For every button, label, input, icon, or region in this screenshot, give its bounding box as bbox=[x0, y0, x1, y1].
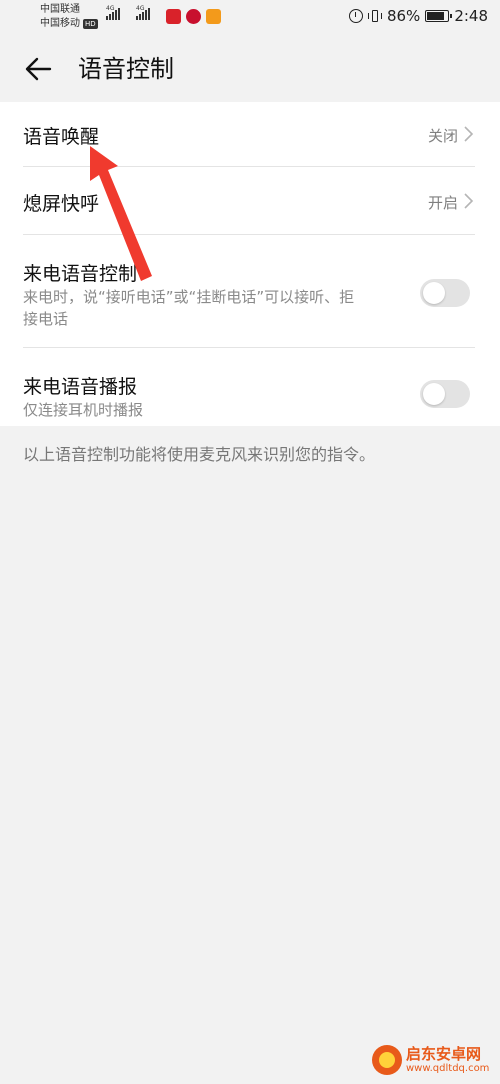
notification-app-icon-1 bbox=[166, 9, 181, 24]
battery-level bbox=[427, 12, 444, 20]
back-button[interactable] bbox=[22, 52, 56, 86]
incoming-voice-announce-row: 来电语音播报 仅连接耳机时播报 bbox=[0, 348, 500, 426]
incoming-voice-announce-toggle[interactable] bbox=[420, 380, 470, 408]
incoming-voice-control-label: 来电语音控制 bbox=[23, 263, 138, 285]
battery-icon bbox=[425, 10, 453, 22]
screen-off-call-row[interactable]: 熄屏快呼 开启 bbox=[0, 167, 500, 234]
incoming-voice-control-toggle[interactable] bbox=[420, 279, 470, 307]
incoming-voice-announce-description: 仅连接耳机时播报 bbox=[23, 401, 144, 419]
settings-list: 语音唤醒 关闭 熄屏快呼 开启 来电语音控制 来电时，说“接听电话”或“挂断电话… bbox=[0, 102, 500, 426]
incoming-voice-control-description: 来电时，说“接听电话”或“挂断电话”可以接听、拒接电话 bbox=[23, 288, 355, 328]
notification-app-icon-2 bbox=[186, 9, 201, 24]
watermark-url: www.qdltdq.com bbox=[406, 1063, 490, 1074]
hd-badge: HD bbox=[83, 19, 98, 29]
notification-app-icon-3 bbox=[206, 9, 221, 24]
signal-1-icon: 4G bbox=[106, 5, 120, 20]
screen-off-call-label: 熄屏快呼 bbox=[23, 193, 100, 215]
chevron-right-icon bbox=[464, 193, 474, 209]
page-title: 语音控制 bbox=[78, 55, 174, 83]
signal-2-icon: 4G bbox=[136, 5, 150, 20]
voice-wake-label: 语音唤醒 bbox=[23, 126, 100, 148]
toggle-knob bbox=[423, 282, 445, 304]
carrier-1-name: 中国联通 bbox=[40, 4, 80, 15]
vibrate-icon bbox=[367, 9, 382, 23]
incoming-voice-announce-label: 来电语音播报 bbox=[23, 376, 138, 398]
clock: 2:48 bbox=[454, 7, 488, 25]
voice-wake-value: 关闭 bbox=[427, 127, 458, 145]
network-1-label: 4G bbox=[106, 5, 115, 12]
network-2-label: 4G bbox=[136, 5, 145, 12]
arrow-left-icon bbox=[25, 57, 52, 81]
incoming-voice-control-row: 来电语音控制 来电时，说“接听电话”或“挂断电话”可以接听、拒接电话 bbox=[0, 235, 500, 347]
battery-percent: 86% bbox=[386, 7, 421, 25]
carrier-info: 中国联通 中国移动 HD bbox=[40, 3, 98, 31]
status-bar: 中国联通 中国移动 HD 4G 4G 86% 2:48 bbox=[0, 0, 500, 36]
voice-wake-row[interactable]: 语音唤醒 关闭 bbox=[0, 102, 500, 166]
screen-off-call-value: 开启 bbox=[427, 194, 458, 212]
carrier-2-name: 中国移动 bbox=[40, 18, 80, 29]
watermark: 启东安卓网 www.qdltdq.com bbox=[406, 1046, 489, 1075]
watermark-name: 启东安卓网 bbox=[406, 1045, 482, 1063]
app-header: 语音控制 bbox=[0, 36, 500, 102]
footer-note: 以上语音控制功能将使用麦克风来识别您的指令。 bbox=[23, 445, 376, 464]
watermark-logo-icon bbox=[372, 1045, 402, 1075]
toggle-knob bbox=[423, 383, 445, 405]
chevron-right-icon bbox=[464, 126, 474, 142]
alarm-icon bbox=[348, 9, 363, 23]
